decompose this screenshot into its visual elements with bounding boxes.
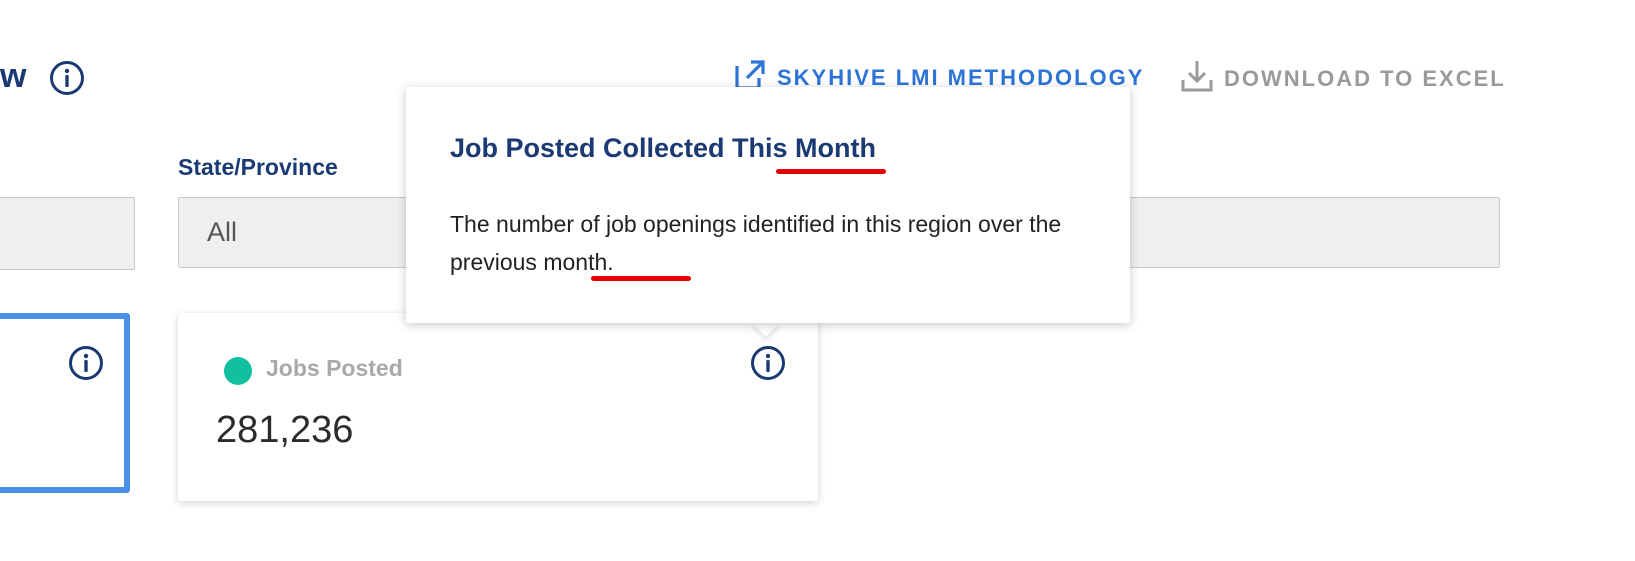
legend-dot <box>224 357 252 385</box>
state-province-label: State/Province <box>178 154 338 180</box>
state-province-value: All <box>207 217 238 247</box>
region-select[interactable] <box>0 197 135 270</box>
tooltip-title: Job Posted Collected This Month <box>450 133 877 163</box>
annotation-underline <box>776 169 886 174</box>
annotation-underline <box>591 276 691 281</box>
page-title: w <box>0 57 27 95</box>
info-icon[interactable] <box>68 345 104 386</box>
metric-card-selected[interactable] <box>0 313 130 493</box>
download-excel-button[interactable]: DOWNLOAD TO EXCEL <box>1180 58 1506 100</box>
tooltip-body: The number of job openings identified in… <box>450 211 1062 275</box>
info-tooltip: Job Posted Collected This Month The numb… <box>406 87 1130 323</box>
download-label: DOWNLOAD TO EXCEL <box>1224 66 1506 91</box>
info-icon[interactable] <box>750 345 786 386</box>
dashboard-page: w SKYHIVE LMI METHODOLOGY DOWNLOAD TO EX… <box>0 0 1635 561</box>
download-icon <box>1180 58 1214 100</box>
jobs-posted-value: 281,236 <box>216 409 354 451</box>
jobs-posted-label: Jobs Posted <box>266 355 403 381</box>
jobs-posted-card[interactable]: Jobs Posted 281,236 <box>178 313 818 501</box>
info-icon[interactable] <box>49 60 85 101</box>
